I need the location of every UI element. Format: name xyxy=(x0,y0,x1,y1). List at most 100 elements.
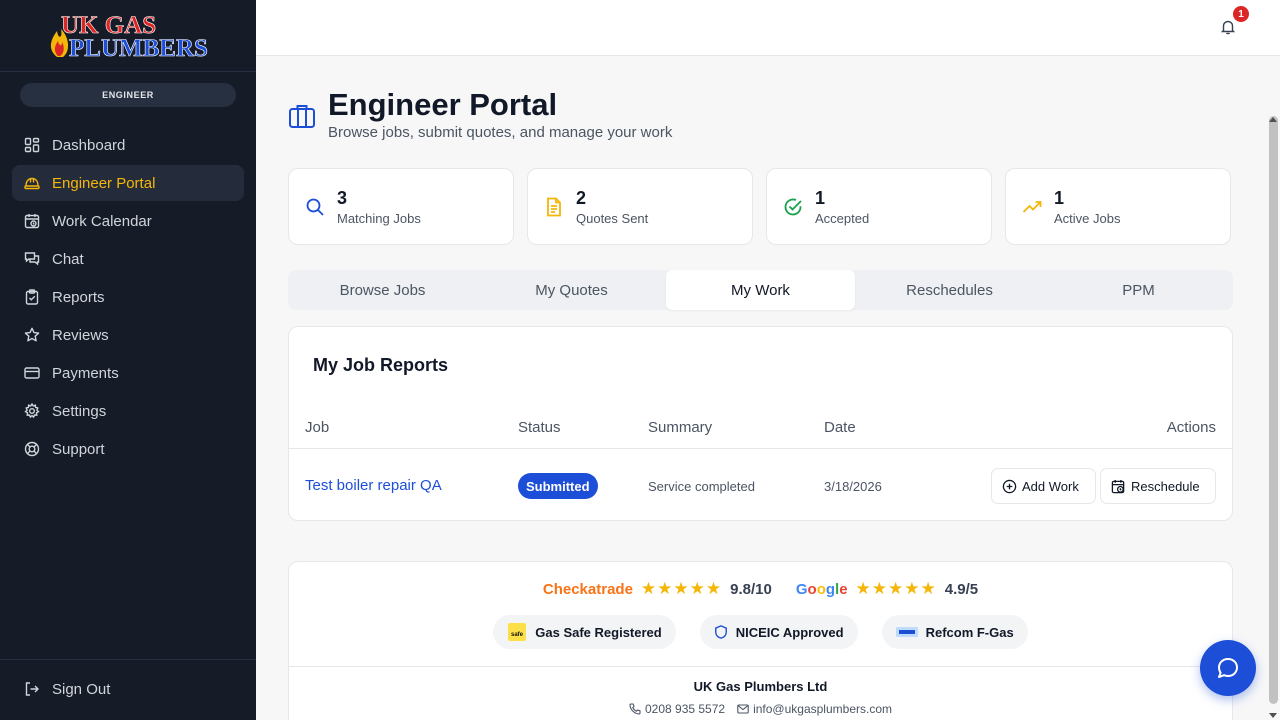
stat-label: Accepted xyxy=(815,210,870,226)
sidebar-item-work-calendar[interactable]: Work Calendar xyxy=(12,203,244,239)
svg-text:safe: safe xyxy=(511,632,524,638)
sidebar-item-label: Support xyxy=(52,440,105,458)
contact-row: 0208 935 5572 info@ukgasplumbers.com xyxy=(289,702,1232,716)
job-reports-card: My Job Reports Job Status Summary Date A… xyxy=(288,326,1233,521)
checkatrade-rating[interactable]: Checkatrade ★★★★★ 9.8/10 xyxy=(543,579,772,599)
shield-icon xyxy=(714,625,727,639)
company-name: UK Gas Plumbers Ltd xyxy=(693,679,828,694)
tab-ppm[interactable]: PPM xyxy=(1044,270,1233,310)
trending-up-icon xyxy=(1022,200,1042,213)
tab-browse-jobs[interactable]: Browse Jobs xyxy=(288,270,477,310)
refcom-logo-icon xyxy=(895,627,918,637)
sidebar: UK GAS PLUMBERS ENGINEER Dashboard Engin… xyxy=(0,0,256,720)
gas-safe-logo-icon: safe xyxy=(508,623,527,641)
phone-contact[interactable]: 0208 935 5572 xyxy=(629,702,725,716)
checkatrade-logo: Checkatrade xyxy=(542,580,633,598)
status-badge: Submitted xyxy=(518,473,598,499)
star-rating-icon: ★★★★★ xyxy=(640,579,723,598)
sidebar-item-label: Settings xyxy=(52,402,107,420)
email-contact[interactable]: info@ukgasplumbers.com xyxy=(737,702,892,716)
sidebar-item-label: Chat xyxy=(52,250,84,268)
badge-label: NICEIC Approved xyxy=(735,624,844,640)
mail-icon xyxy=(737,704,749,714)
stat-value: 1 xyxy=(1054,187,1065,208)
sidebar-item-label: Payments xyxy=(52,364,119,382)
logo[interactable]: UK GAS PLUMBERS xyxy=(0,0,256,72)
tab-my-quotes[interactable]: My Quotes xyxy=(477,270,666,310)
sidebar-item-label: Reports xyxy=(52,288,105,306)
search-icon xyxy=(306,198,324,216)
column-header-actions: Actions xyxy=(1166,419,1216,436)
table-header: Job Status Summary Date Actions xyxy=(289,409,1232,449)
tab-reschedules[interactable]: Reschedules xyxy=(855,270,1044,310)
date-text: 3/18/2026 xyxy=(824,479,882,494)
page-subtitle: Browse jobs, submit quotes, and manage y… xyxy=(328,124,673,141)
sidebar-item-reviews[interactable]: Reviews xyxy=(12,317,244,353)
email-address: info@ukgasplumbers.com xyxy=(753,702,892,716)
check-circle-icon xyxy=(784,198,802,215)
gear-icon xyxy=(24,403,40,419)
briefcase-icon xyxy=(289,105,315,128)
chat-fab-button[interactable] xyxy=(1200,640,1256,696)
page-title: Engineer Portal xyxy=(328,87,558,122)
credit-card-icon xyxy=(24,367,40,379)
accreditation-badges: safe Gas Safe Registered NICEIC Approved… xyxy=(289,615,1232,649)
stat-label: Active Jobs xyxy=(1054,210,1121,226)
badge-niceic: NICEIC Approved xyxy=(699,615,858,649)
plus-circle-icon xyxy=(1002,479,1017,493)
document-icon xyxy=(547,197,561,216)
sidebar-item-chat[interactable]: Chat xyxy=(12,241,244,277)
role-badge: ENGINEER xyxy=(20,83,236,107)
star-icon xyxy=(24,327,40,342)
column-header-date: Date xyxy=(824,419,856,436)
bell-icon[interactable] xyxy=(1220,19,1236,35)
page-header: Engineer Portal Browse jobs, submit quot… xyxy=(288,86,672,141)
sidebar-nav: Dashboard Engineer Portal Work Calendar … xyxy=(0,127,256,467)
sidebar-item-label: Dashboard xyxy=(52,136,126,154)
calendar-clock-icon xyxy=(24,214,40,229)
stat-card-quotes-sent: 2 Quotes Sent xyxy=(527,168,753,245)
uk-gas-plumbers-logo: UK GAS PLUMBERS xyxy=(50,11,208,62)
sidebar-item-label: Engineer Portal xyxy=(52,174,156,192)
sidebar-item-reports[interactable]: Reports xyxy=(12,279,244,315)
sidebar-item-label: Reviews xyxy=(52,326,109,344)
sidebar-item-payments[interactable]: Payments xyxy=(12,355,244,391)
checkatrade-score: 9.8/10 xyxy=(730,580,772,598)
add-work-button[interactable]: Add Work xyxy=(991,468,1096,504)
dashboard-icon xyxy=(24,137,40,153)
sidebar-item-settings[interactable]: Settings xyxy=(12,393,244,429)
stat-card-accepted: 1 Accepted xyxy=(766,168,992,245)
reschedule-label: Reschedule xyxy=(1131,478,1200,494)
reschedule-button[interactable]: Reschedule xyxy=(1100,468,1216,504)
tab-my-work[interactable]: My Work xyxy=(666,270,855,310)
sidebar-item-dashboard[interactable]: Dashboard xyxy=(12,127,244,163)
footer-divider xyxy=(289,666,1232,667)
summary-text: Service completed xyxy=(648,479,755,494)
sidebar-item-engineer-portal[interactable]: Engineer Portal xyxy=(12,165,244,201)
scrollbar-thumb[interactable] xyxy=(1269,116,1278,704)
column-header-summary: Summary xyxy=(648,419,713,436)
stat-label: Quotes Sent xyxy=(576,210,649,226)
sign-out-button[interactable]: Sign Out xyxy=(12,671,244,707)
clipboard-icon xyxy=(25,289,39,305)
calendar-clock-icon xyxy=(1111,479,1125,493)
sidebar-item-support[interactable]: Support xyxy=(12,431,244,467)
job-link[interactable]: Test boiler repair QA xyxy=(305,477,442,494)
scroll-down-arrow-icon[interactable] xyxy=(1269,713,1277,718)
svg-text:PLUMBERS: PLUMBERS xyxy=(69,35,208,62)
notification-badge: 1 xyxy=(1233,6,1249,22)
stat-label: Matching Jobs xyxy=(337,210,421,226)
google-logo: Google xyxy=(795,580,848,598)
badge-label: Refcom F-Gas xyxy=(925,624,1014,640)
ratings-row: Checkatrade ★★★★★ 9.8/10 Google ★★★★★ 4.… xyxy=(289,579,1232,599)
star-rating-icon: ★★★★★ xyxy=(855,579,937,598)
google-rating[interactable]: Google ★★★★★ 4.9/5 xyxy=(796,579,978,599)
sidebar-footer: Sign Out xyxy=(0,659,256,720)
scroll-up-arrow-icon[interactable] xyxy=(1269,117,1277,122)
phone-icon xyxy=(629,703,641,715)
sidebar-item-label: Work Calendar xyxy=(52,212,152,230)
badge-refcom: Refcom F-Gas xyxy=(881,615,1028,649)
card-title: My Job Reports xyxy=(313,355,449,375)
column-header-job: Job xyxy=(305,419,330,436)
stat-value: 1 xyxy=(815,187,826,208)
